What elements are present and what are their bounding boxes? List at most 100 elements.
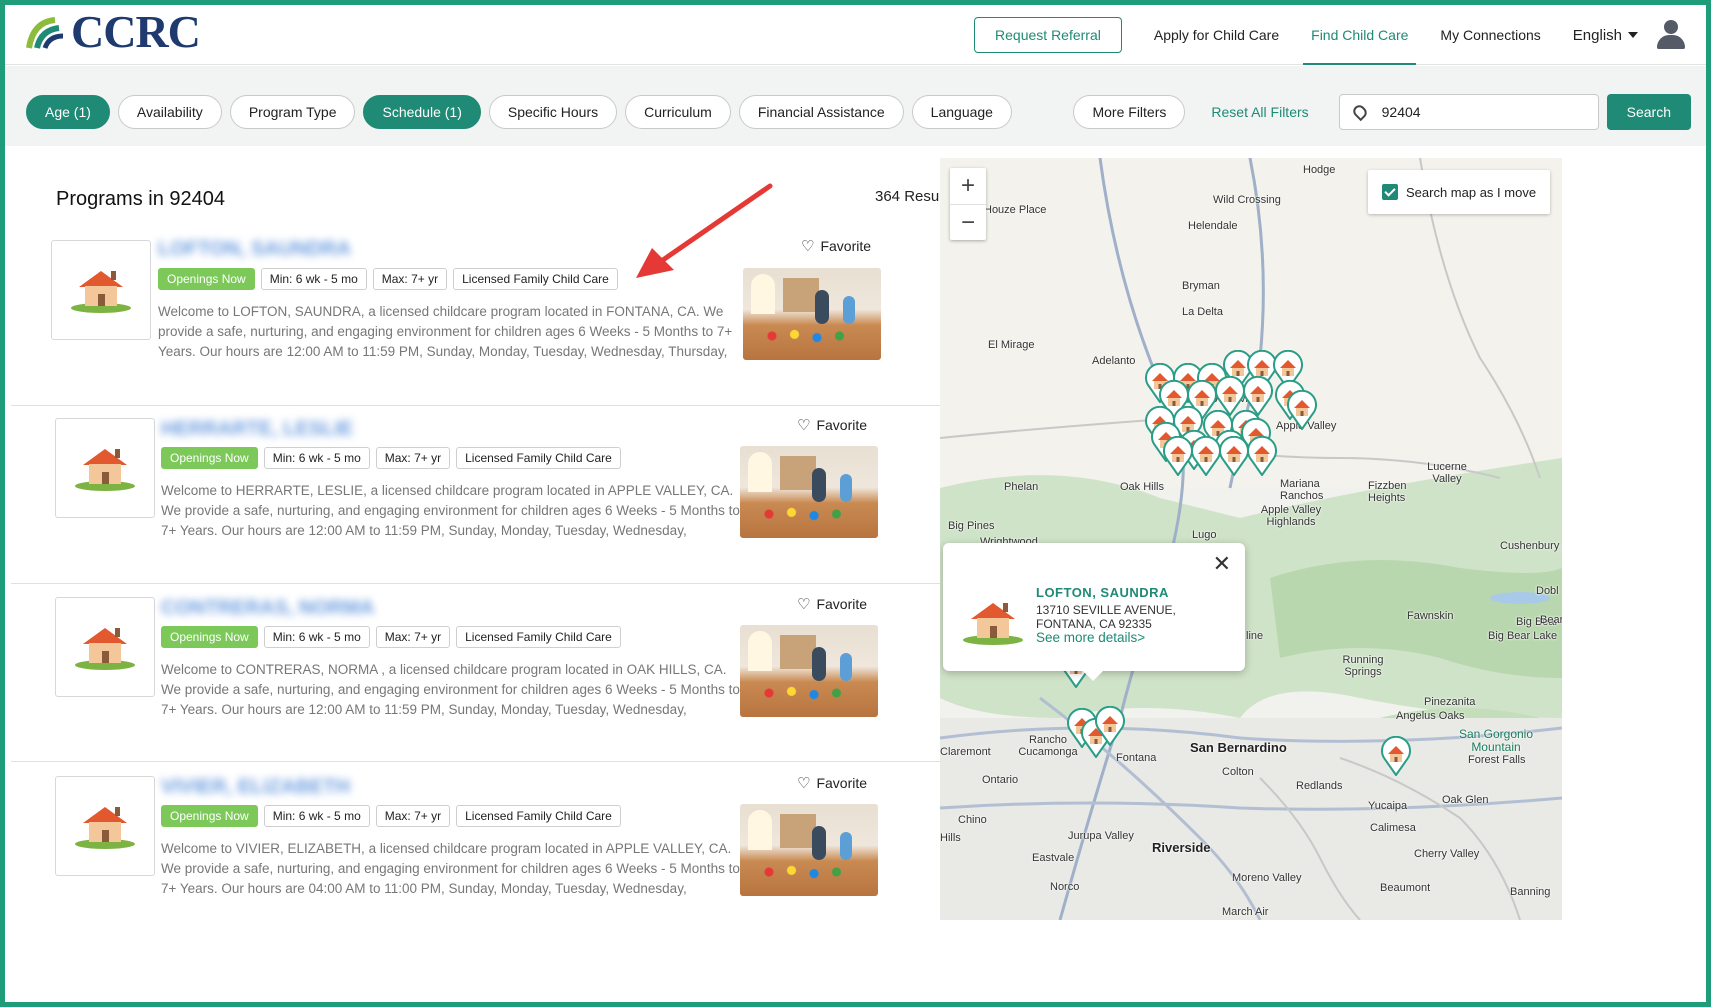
program-photo[interactable] bbox=[740, 804, 878, 896]
map-label: Cushenbury bbox=[1500, 540, 1560, 552]
zoom-controls: + − bbox=[950, 168, 986, 240]
map-label: Riverside bbox=[1152, 840, 1211, 855]
program-thumbnail bbox=[55, 418, 155, 518]
map-label: line bbox=[1246, 630, 1264, 642]
map-label: Colton bbox=[1222, 766, 1254, 778]
reset-all-filters-link[interactable]: Reset All Filters bbox=[1211, 104, 1308, 120]
program-photo[interactable] bbox=[740, 446, 878, 538]
program-card[interactable]: LOFTON, SAUNDRA Openings Now Min: 6 wk -… bbox=[11, 228, 1005, 406]
filter-language[interactable]: Language bbox=[911, 95, 1012, 129]
popup-provider-name[interactable]: LOFTON, SAUNDRA bbox=[1036, 585, 1169, 600]
filter-program-type[interactable]: Program Type bbox=[229, 95, 356, 129]
heart-icon: ♡ bbox=[797, 416, 811, 434]
map-label: Calimesa bbox=[1370, 822, 1416, 834]
map-label: Bear bbox=[1540, 614, 1562, 626]
map-label: Angelus Oaks bbox=[1396, 710, 1465, 722]
zoom-in-button[interactable]: + bbox=[950, 168, 986, 204]
filter-age[interactable]: Age (1) bbox=[26, 95, 110, 129]
program-card[interactable]: CONTRERAS, NORMA Openings Now Min: 6 wk … bbox=[11, 584, 1005, 762]
map-view[interactable]: Hodge Wild Crossing Houze Place Helendal… bbox=[940, 158, 1562, 920]
provider-name[interactable]: HERRARTE, LESLIE bbox=[161, 418, 353, 441]
openings-badge: Openings Now bbox=[161, 447, 258, 469]
min-age-tag: Min: 6 wk - 5 mo bbox=[263, 626, 370, 648]
program-description: Welcome to CONTRERAS, NORMA , a licensed… bbox=[161, 662, 740, 717]
program-tags: Openings Now Min: 6 wk - 5 mo Max: 7+ yr… bbox=[161, 626, 621, 648]
min-age-tag: Min: 6 wk - 5 mo bbox=[263, 805, 370, 827]
user-account-icon[interactable] bbox=[1656, 20, 1686, 50]
popup-address: 13710 SEVILLE AVENUE, FONTANA, CA 92335 bbox=[1036, 603, 1176, 631]
nav-my-connections[interactable]: My Connections bbox=[1440, 5, 1540, 65]
filter-availability[interactable]: Availability bbox=[117, 95, 222, 129]
map-pin-icon[interactable] bbox=[1380, 736, 1412, 776]
favorite-label: Favorite bbox=[816, 417, 868, 433]
zoom-out-button[interactable]: − bbox=[950, 204, 986, 240]
house-icon bbox=[75, 624, 135, 670]
program-card[interactable]: VIVIER, ELIZABETH Openings Now Min: 6 wk… bbox=[11, 762, 1005, 940]
map-pin-icon[interactable] bbox=[1094, 706, 1126, 746]
map-label: Oak Hills bbox=[1120, 481, 1165, 493]
map-label: Apple Valley Highlands bbox=[1260, 504, 1322, 528]
map-label: El Mirage bbox=[988, 339, 1035, 351]
logo-arc-icon bbox=[26, 17, 64, 49]
program-card[interactable]: HERRARTE, LESLIE Openings Now Min: 6 wk … bbox=[11, 406, 1005, 584]
popup-address-line1: 13710 SEVILLE AVENUE, bbox=[1036, 603, 1176, 617]
more-filters-button[interactable]: More Filters bbox=[1073, 95, 1186, 129]
map-label: Fizzben Heights bbox=[1368, 480, 1407, 504]
map-label: Beaumont bbox=[1380, 882, 1431, 894]
nav-find-child-care[interactable]: Find Child Care bbox=[1303, 5, 1417, 65]
favorite-button[interactable]: ♡ Favorite bbox=[801, 238, 871, 254]
search-map-as-move-toggle[interactable]: Search map as I move bbox=[1368, 170, 1550, 214]
map-label: Bryman bbox=[1182, 280, 1220, 292]
map-label: Chino bbox=[958, 814, 987, 826]
results-list: Programs in 92404 364 Results LOFTON, SA… bbox=[5, 158, 1010, 1002]
filter-financial-assistance[interactable]: Financial Assistance bbox=[738, 95, 904, 129]
language-select[interactable]: English bbox=[1573, 27, 1638, 44]
filter-schedule[interactable]: Schedule (1) bbox=[363, 95, 481, 129]
location-search-field[interactable] bbox=[1338, 94, 1599, 130]
favorite-label: Favorite bbox=[816, 775, 868, 791]
map-pin-icon[interactable] bbox=[1286, 390, 1318, 430]
main-nav: Request Referral Apply for Child Care Fi… bbox=[974, 5, 1686, 65]
max-age-tag: Max: 7+ yr bbox=[375, 626, 451, 648]
map-label: Big Pines bbox=[948, 520, 995, 532]
map-pin-icon[interactable] bbox=[1246, 436, 1278, 476]
location-search-input[interactable] bbox=[1381, 104, 1562, 120]
favorite-button[interactable]: ♡ Favorite bbox=[797, 775, 867, 791]
house-icon bbox=[963, 599, 1023, 645]
program-photo[interactable] bbox=[743, 268, 881, 360]
filter-specific-hours[interactable]: Specific Hours bbox=[488, 95, 618, 129]
checkbox-checked-icon[interactable] bbox=[1382, 184, 1398, 200]
favorite-button[interactable]: ♡ Favorite bbox=[797, 596, 867, 612]
map-label: Eastvale bbox=[1032, 852, 1075, 864]
map-label: Fontana bbox=[1116, 752, 1157, 764]
max-age-tag: Max: 7+ yr bbox=[375, 447, 451, 469]
nav-apply-child-care[interactable]: Apply for Child Care bbox=[1154, 5, 1279, 65]
house-icon bbox=[75, 445, 135, 491]
favorite-button[interactable]: ♡ Favorite bbox=[797, 417, 867, 433]
openings-badge: Openings Now bbox=[161, 626, 258, 648]
ccrc-logo[interactable]: CCRC bbox=[25, 6, 201, 57]
search-button[interactable]: Search bbox=[1606, 94, 1691, 130]
favorite-label: Favorite bbox=[816, 596, 868, 612]
min-age-tag: Min: 6 wk - 5 mo bbox=[263, 447, 370, 469]
provider-name[interactable]: VIVIER, ELIZABETH bbox=[161, 776, 350, 799]
see-more-details-link[interactable]: See more details> bbox=[1036, 630, 1145, 645]
favorite-label: Favorite bbox=[820, 238, 872, 254]
program-tags: Openings Now Min: 6 wk - 5 mo Max: 7+ yr… bbox=[161, 447, 621, 469]
close-icon[interactable]: ✕ bbox=[1213, 553, 1231, 575]
program-thumbnail bbox=[55, 776, 155, 876]
annotation-arrow-icon bbox=[636, 183, 773, 278]
map-label: Redlands bbox=[1296, 780, 1343, 792]
search-map-as-move-label: Search map as I move bbox=[1406, 184, 1537, 200]
program-description: Welcome to VIVIER, ELIZABETH, a licensed… bbox=[161, 841, 740, 896]
filter-curriculum[interactable]: Curriculum bbox=[625, 95, 731, 129]
provider-name[interactable]: LOFTON, SAUNDRA bbox=[158, 238, 351, 261]
request-referral-button[interactable]: Request Referral bbox=[974, 17, 1122, 53]
logo-text: CCRC bbox=[71, 6, 201, 57]
top-header: CCRC Request Referral Apply for Child Ca… bbox=[5, 5, 1706, 65]
provider-name[interactable]: CONTRERAS, NORMA bbox=[161, 597, 374, 620]
map-label: Wild Crossing bbox=[1213, 194, 1281, 206]
program-photo[interactable] bbox=[740, 625, 878, 717]
openings-badge: Openings Now bbox=[158, 268, 255, 290]
map-label: Mariana Ranchos bbox=[1280, 478, 1324, 502]
